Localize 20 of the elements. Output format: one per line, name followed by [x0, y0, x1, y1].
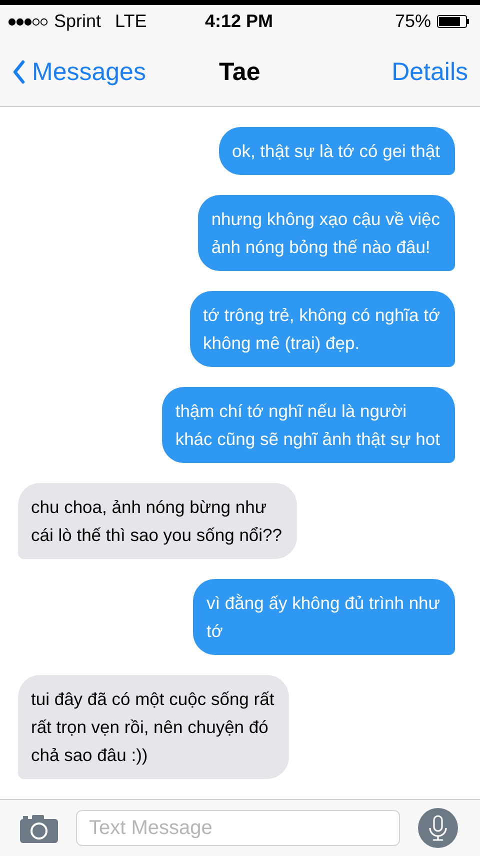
- message-field[interactable]: Text Message: [76, 810, 400, 846]
- back-button[interactable]: Messages: [12, 58, 146, 86]
- sent-message: vì đằng ấy không đủ trình như tớ: [193, 579, 455, 655]
- details-button[interactable]: Details: [392, 58, 468, 86]
- sent-message: ok, thật sự là tớ có gei thật: [218, 127, 455, 175]
- chevron-left-icon: [12, 60, 26, 84]
- sent-message: tớ trông trẻ, không có nghĩa tớ không mê (trai) đẹp.: [190, 291, 455, 367]
- network-type: LTE: [115, 11, 147, 32]
- clock: 4:12 PM: [205, 11, 274, 32]
- contact-name: Tae: [219, 58, 260, 86]
- battery-percent: 75%: [394, 11, 431, 32]
- camera-icon: [20, 814, 58, 842]
- battery-icon: [437, 15, 470, 28]
- signal-icon: [8, 16, 48, 26]
- sent-message: thậm chí tớ nghĩ nếu là người khác cũng sẽ nghĩ ảnh thật sự hot: [162, 387, 455, 463]
- carrier-name: Sprint: [54, 11, 102, 32]
- sent-message: nhưng không xạo cậu về việc ảnh nóng bỏng thế nào đâu!: [198, 195, 455, 271]
- received-message: tui đây đã có một cuộc sống rất rất trọn vẹn rồi, nên chuyện đó chả sao đâu :)): [18, 675, 290, 779]
- received-message: chu choa, ảnh nóng bừng như cái lò thế thì sao you sống nổi??: [18, 483, 298, 559]
- microphone-icon: [418, 808, 458, 848]
